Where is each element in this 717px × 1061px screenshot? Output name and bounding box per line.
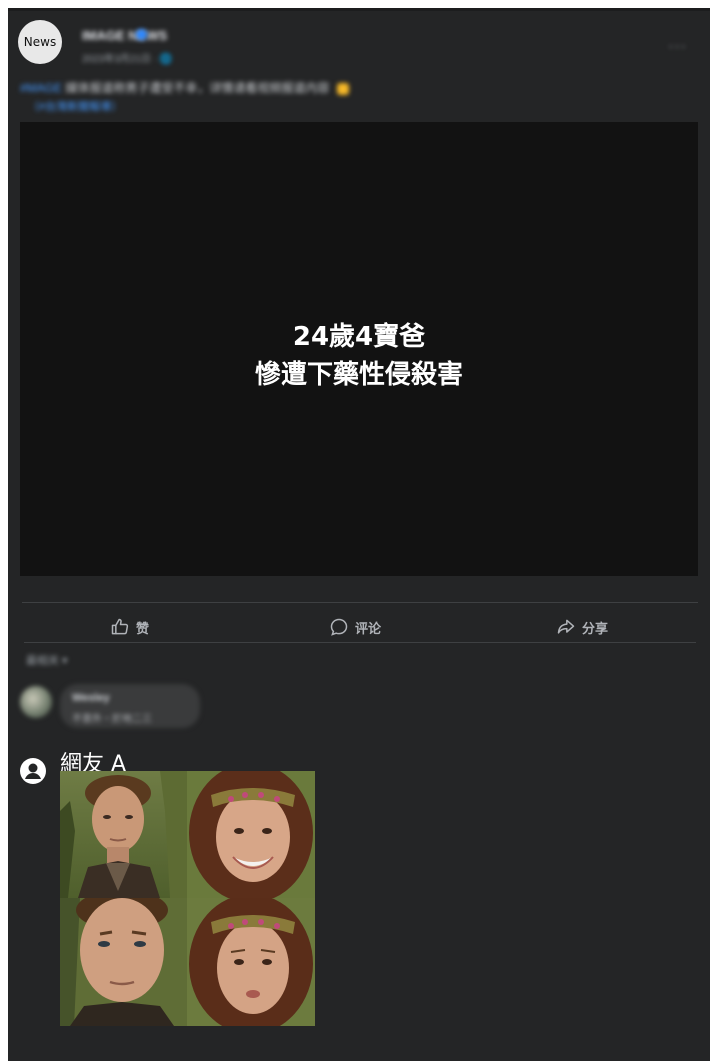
comment-bubble-icon (330, 618, 348, 636)
like-button[interactable]: 赞 (110, 612, 149, 642)
video-title-line2: 慘遭下藥性侵殺害 (254, 360, 463, 390)
comment-button[interactable]: 评论 (329, 612, 381, 642)
post-header: News IMAGE NEWS 2023年3月21日 · 🌐 ··· #MAGE… (8, 8, 710, 123)
reaction-meme-image (60, 771, 315, 1026)
comment-label: 评论 (355, 621, 382, 637)
page-avatar[interactable]: News (18, 20, 62, 64)
share-arrow-icon (557, 619, 575, 634)
caption-text: 媒体报道称男子遭受不幸，详情请看视频报道内容 (65, 81, 330, 95)
divider (24, 642, 696, 643)
post-caption: #MAGE 媒体报道称男子遭受不幸，详情请看视频报道内容 (20, 79, 349, 96)
commenter-avatar[interactable] (20, 686, 52, 718)
like-label: 赞 (136, 621, 150, 637)
meme-panel-man-1 (60, 771, 187, 898)
video-title-line1: 24歲4寶爸 (292, 322, 426, 352)
verified-badge-icon (136, 29, 147, 40)
page-name[interactable]: IMAGE NEWS (82, 28, 167, 43)
share-label: 分享 (582, 621, 609, 637)
action-bar: 赞 评论 分享 (22, 612, 696, 642)
meme-panel-woman-smiling (187, 771, 315, 898)
comment-author[interactable]: Wesley (72, 692, 110, 704)
caption-hashtag[interactable]: #MAGE (20, 81, 62, 95)
video-player[interactable]: 24歲4寶爸 慘遭下藥性侵殺害 (20, 122, 698, 576)
more-options-icon[interactable]: ··· (668, 38, 687, 56)
comment-sort-dropdown[interactable]: 最相关 ▾ (26, 652, 68, 668)
caption-link[interactable]: （#台灣新聞報導） (28, 98, 122, 114)
emoji-icon (336, 82, 349, 95)
meme-panel-woman-worried (187, 898, 315, 1026)
user-avatar-icon (20, 758, 46, 784)
comment-text: 不意外・於地二三 (72, 714, 152, 725)
post-timestamp[interactable]: 2023年3月21日 · 🌐 (82, 50, 172, 65)
thumbs-up-icon (111, 618, 129, 635)
post-card: News IMAGE NEWS 2023年3月21日 · 🌐 ··· #MAGE… (8, 8, 710, 1061)
meme-panel-man-2 (60, 898, 187, 1026)
divider (22, 602, 698, 603)
share-button[interactable]: 分享 (556, 612, 608, 642)
